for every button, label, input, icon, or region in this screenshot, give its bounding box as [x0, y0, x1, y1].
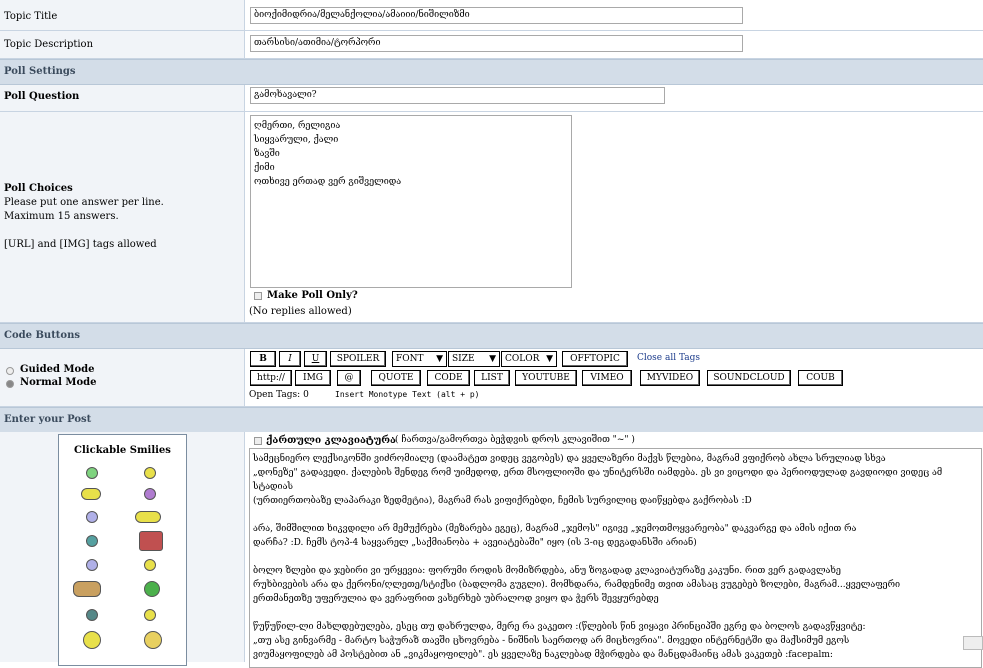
smiley-icon[interactable] [73, 581, 101, 597]
post-line [253, 550, 978, 564]
vimeo-button[interactable]: VIMEO [582, 370, 632, 386]
poll-choice: ღმერთი, რელიგია [254, 121, 341, 131]
post-line: „თუ ასე გინვარმე - მარტო საჭურაზ თავში ც… [253, 636, 850, 646]
underline-button[interactable]: U [304, 351, 327, 367]
post-line: დარჩა? :D. ჩემს ტოპ-4 საყვარელ „საქმიანო… [253, 538, 697, 548]
close-all-tags-link[interactable]: Close all Tags [637, 353, 700, 363]
poll-choice: ზავში [254, 149, 280, 159]
post-line [253, 606, 978, 620]
youtube-button[interactable]: YOUTUBE [515, 370, 577, 386]
quote-button[interactable]: QUOTE [371, 370, 421, 386]
size-select[interactable]: SIZE ▼ [448, 351, 500, 367]
smiley-icon[interactable] [86, 511, 98, 523]
make-poll-only-checkbox[interactable] [254, 292, 262, 300]
chevron-down-icon: ▼ [489, 354, 496, 364]
smiley-icon[interactable] [81, 488, 101, 500]
poll-choices-label: Poll Choices [4, 183, 73, 194]
poll-choices-textarea[interactable]: ღმერთი, რელიგია სიყვარული, ქალი ზავში ქი… [250, 115, 572, 288]
color-select[interactable]: COLOR ▼ [501, 351, 557, 367]
make-poll-only-label: Make Poll Only? [267, 290, 358, 301]
clickable-smilies-panel: Clickable Smilies [58, 434, 187, 666]
topic-description-row: Topic Description თარსისი/ათიმია/ტორპორი [0, 31, 983, 59]
post-line: ბოლო ზლები და ჯებირი ვი ურყევია: ფორუმი … [253, 566, 841, 576]
poll-question-row: Poll Question გამოხავალი? [0, 85, 983, 112]
georgian-keyboard-hint: ( ჩართვა/გამორთვა ბეჭდვის დროს კლავიშით … [395, 435, 635, 445]
smiley-icon[interactable] [144, 581, 160, 597]
poll-choice: სიყვარული, ქალი [254, 135, 339, 145]
poll-choices-help-2: Maximum 15 answers. [4, 211, 119, 222]
chevron-down-icon: ▼ [436, 354, 443, 364]
smiley-icon[interactable] [83, 631, 101, 649]
post-line: წუწუწილ-ლი მახლდებულება, ესეც თუ დახრულდ… [253, 622, 866, 632]
georgian-keyboard-label: ქართული კლავიატურა [266, 435, 396, 446]
smiley-icon[interactable] [144, 559, 156, 571]
post-line [253, 508, 978, 522]
poll-choices-help-1: Please put one answer per line. [4, 197, 164, 208]
smiley-icon[interactable] [86, 559, 98, 571]
coub-button[interactable]: COUB [798, 370, 843, 386]
insert-monotype-hint[interactable]: Insert Monotype Text (alt + p) [335, 390, 480, 399]
poll-question-input[interactable]: გამოხავალი? [250, 87, 665, 104]
no-replies-note: (No replies allowed) [249, 306, 352, 317]
smiley-icon[interactable] [144, 488, 156, 500]
topic-title-input[interactable]: ბიოქიმიდრია/მელანქოლია/ამაიიი/ნიშილიზმი [250, 7, 743, 24]
code-buttons-header: Code Buttons [0, 323, 983, 349]
smilies-title: Clickable Smilies [74, 445, 171, 456]
guided-mode-label: Guided Mode [20, 364, 95, 375]
topic-description-label: Topic Description [4, 39, 94, 50]
topic-description-input[interactable]: თარსისი/ათიმია/ტორპორი [250, 35, 743, 52]
soundcloud-button[interactable]: SOUNDCLOUD [707, 370, 791, 386]
mention-button[interactable]: @ [337, 370, 361, 386]
offtopic-button[interactable]: OFFTOPIC [562, 351, 628, 367]
smiley-icon[interactable] [139, 531, 163, 551]
smiley-icon[interactable] [144, 467, 156, 479]
poll-question-label: Poll Question [4, 91, 80, 102]
code-buttons-row: Guided Mode Normal Mode B I U SPOILER FO… [0, 349, 983, 407]
smiley-icon[interactable] [135, 511, 161, 523]
poll-choices-help-3: [URL] and [IMG] tags allowed [4, 239, 157, 250]
post-line: არა, შიმშილით ხიკვდილი არ მემუქრება (მეზ… [253, 524, 857, 534]
post-line: სამეცნიერო ლექსიკონში ვიძრომიალე (დაამატ… [253, 454, 886, 464]
smiley-icon[interactable] [144, 631, 162, 649]
post-line: რუხბივების არა და ქერონი/ღლეთე/სტიქსი (ბ… [253, 580, 901, 590]
topic-title-row: Topic Title ბიოქიმიდრია/მელანქოლია/ამაიი… [0, 0, 983, 31]
enter-post-header: Enter your Post [0, 407, 983, 433]
smiley-icon[interactable] [144, 609, 156, 621]
chevron-down-icon: ▼ [546, 354, 553, 364]
normal-mode-label: Normal Mode [20, 377, 97, 388]
poll-choice: ოთხივე ერთად ვერ გიშველიდა [254, 177, 402, 187]
poll-choices-row: Poll Choices Please put one answer per l… [0, 112, 983, 323]
post-line: ერთმანეთზე უფერულია და ვერაფრით ვახერხებ… [253, 594, 659, 604]
font-select[interactable]: FONT ▼ [392, 351, 447, 367]
guided-mode-radio[interactable] [6, 367, 14, 375]
open-tags-status: Open Tags: 0 [249, 390, 309, 400]
normal-mode-radio[interactable] [6, 380, 14, 388]
spoiler-button[interactable]: SPOILER [330, 351, 386, 367]
bold-button[interactable]: B [250, 351, 276, 367]
smiley-icon[interactable] [86, 535, 98, 547]
list-button[interactable]: LIST [474, 370, 510, 386]
topic-title-label: Topic Title [4, 11, 58, 22]
poll-settings-header: Poll Settings [0, 59, 983, 85]
post-line: (ურთიერთობაზე ლაპარაკი ზედმეტია), მაგრამ… [253, 496, 752, 506]
post-line: ვიუმაყოფილებ ამ პოსტებით ან „ვიკმაყოფილე… [253, 650, 833, 660]
post-line: „დონეზე" გადავედი. ქალების შენდეგ რომ უი… [253, 468, 943, 492]
italic-button[interactable]: I [279, 351, 301, 367]
poll-choice: ქიმი [254, 163, 275, 173]
toggle-icon[interactable] [963, 636, 983, 650]
myvideo-button[interactable]: MYVIDEO [640, 370, 700, 386]
img-button[interactable]: IMG [295, 370, 331, 386]
georgian-keyboard-checkbox[interactable] [254, 437, 262, 445]
url-button[interactable]: http:// [250, 370, 292, 386]
smiley-icon[interactable] [86, 609, 98, 621]
smiley-icon[interactable] [86, 467, 98, 479]
post-body-textarea[interactable]: სამეცნიერო ლექსიკონში ვიძრომიალე (დაამატ… [249, 448, 982, 668]
code-button[interactable]: CODE [427, 370, 470, 386]
